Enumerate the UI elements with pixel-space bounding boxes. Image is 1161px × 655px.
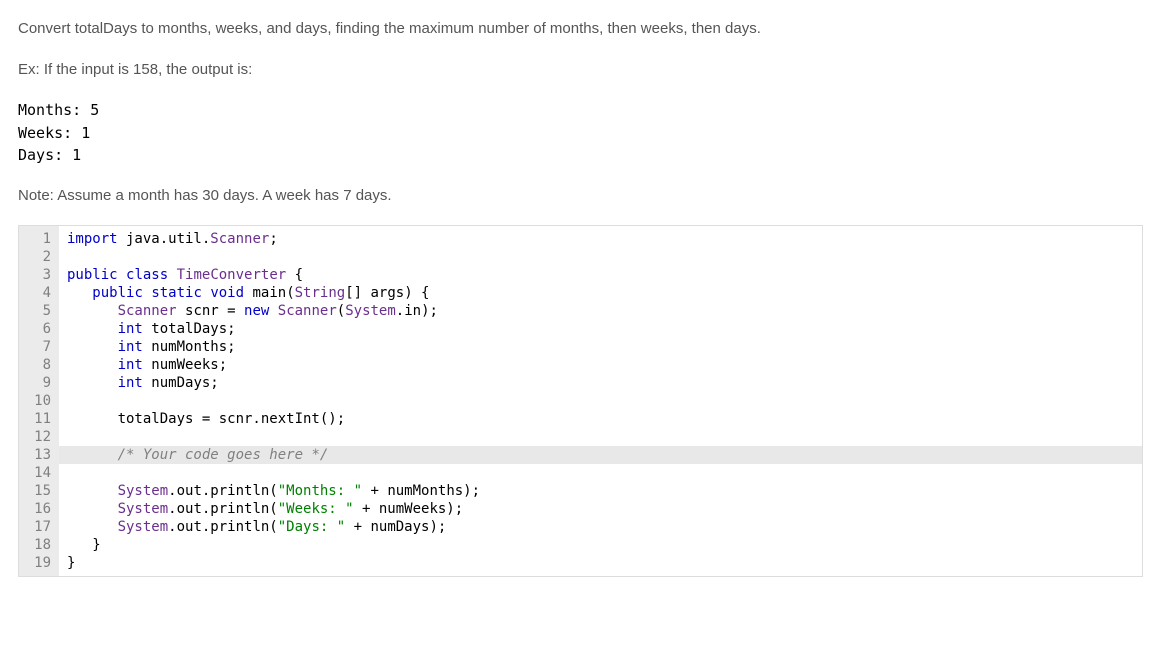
code-token: System: [118, 501, 169, 517]
code-token: ;: [269, 231, 277, 247]
code-token: new: [244, 303, 269, 319]
code-token: + numWeeks);: [354, 501, 464, 517]
code-token: [67, 501, 118, 517]
code-token: TimeConverter: [177, 267, 287, 283]
code-line[interactable]: Scanner scnr = new Scanner(System.in);: [59, 302, 1142, 320]
code-token: System: [118, 483, 169, 499]
code-token: "Days: ": [278, 519, 345, 535]
code-token: + numDays);: [345, 519, 446, 535]
code-line[interactable]: import java.util.Scanner;: [59, 230, 1142, 248]
code-token: "Months: ": [278, 483, 362, 499]
code-token: (: [337, 303, 345, 319]
code-token: System: [345, 303, 396, 319]
code-token: }: [67, 537, 101, 553]
line-number-gutter: 1 2 3 4 5 6 7 8 9 10 11 12 13 14 15 16 1…: [19, 226, 59, 576]
code-token: [67, 339, 118, 355]
code-line[interactable]: public class TimeConverter {: [59, 266, 1142, 284]
code-line[interactable]: System.out.println("Days: " + numDays);: [59, 518, 1142, 536]
code-token: [67, 321, 118, 337]
code-token: {: [286, 267, 303, 283]
code-token: main(: [244, 285, 295, 301]
code-line[interactable]: [59, 248, 1142, 266]
code-line[interactable]: [59, 464, 1142, 482]
code-token: [67, 303, 118, 319]
code-line[interactable]: [59, 428, 1142, 446]
code-token: /* Your code goes here */: [118, 447, 329, 463]
code-token: public: [92, 285, 143, 301]
code-token: scnr =: [177, 303, 244, 319]
code-token: }: [67, 555, 75, 571]
code-token: String: [295, 285, 346, 301]
code-token: [118, 267, 126, 283]
code-area[interactable]: import java.util.Scanner; public class T…: [59, 226, 1142, 576]
code-line[interactable]: totalDays = scnr.nextInt();: [59, 410, 1142, 428]
code-token: .out.println(: [168, 519, 278, 535]
code-token: [67, 447, 118, 463]
code-token: import: [67, 231, 118, 247]
code-token: [67, 519, 118, 535]
code-token: [67, 375, 118, 391]
code-token: class: [126, 267, 168, 283]
code-token: public: [67, 267, 118, 283]
code-token: "Weeks: ": [278, 501, 354, 517]
code-line[interactable]: }: [59, 554, 1142, 572]
example-output: Months: 5 Weeks: 1 Days: 1: [18, 99, 1143, 167]
code-token: .in);: [396, 303, 438, 319]
code-token: static: [151, 285, 202, 301]
problem-description-2: Ex: If the input is 158, the output is:: [18, 59, 1143, 82]
code-line[interactable]: int numWeeks;: [59, 356, 1142, 374]
code-token: numDays;: [143, 375, 219, 391]
code-token: totalDays;: [143, 321, 236, 337]
code-token: Scanner: [278, 303, 337, 319]
code-token: void: [210, 285, 244, 301]
code-token: Scanner: [210, 231, 269, 247]
code-token: [] args) {: [345, 285, 429, 301]
code-token: int: [118, 321, 143, 337]
code-token: + numMonths);: [362, 483, 480, 499]
code-token: totalDays = scnr.nextInt();: [67, 411, 345, 427]
code-token: [67, 357, 118, 373]
code-line[interactable]: int numMonths;: [59, 338, 1142, 356]
code-token: [67, 483, 118, 499]
code-token: Scanner: [118, 303, 177, 319]
code-token: numMonths;: [143, 339, 236, 355]
code-token: .out.println(: [168, 483, 278, 499]
code-token: int: [118, 375, 143, 391]
code-token: java.util.: [118, 231, 211, 247]
problem-note: Note: Assume a month has 30 days. A week…: [18, 185, 1143, 208]
code-line[interactable]: System.out.println("Months: " + numMonth…: [59, 482, 1142, 500]
code-token: numWeeks;: [143, 357, 227, 373]
code-line[interactable]: int totalDays;: [59, 320, 1142, 338]
code-token: [269, 303, 277, 319]
code-token: System: [118, 519, 169, 535]
code-token: [67, 285, 92, 301]
code-token: int: [118, 339, 143, 355]
code-token: [168, 267, 176, 283]
code-line[interactable]: /* Your code goes here */: [59, 446, 1142, 464]
code-line[interactable]: System.out.println("Weeks: " + numWeeks)…: [59, 500, 1142, 518]
code-editor[interactable]: 1 2 3 4 5 6 7 8 9 10 11 12 13 14 15 16 1…: [18, 225, 1143, 577]
code-line[interactable]: int numDays;: [59, 374, 1142, 392]
code-line[interactable]: [59, 392, 1142, 410]
code-token: .out.println(: [168, 501, 278, 517]
code-line[interactable]: }: [59, 536, 1142, 554]
code-line[interactable]: public static void main(String[] args) {: [59, 284, 1142, 302]
code-token: int: [118, 357, 143, 373]
problem-description-1: Convert totalDays to months, weeks, and …: [18, 18, 1143, 41]
